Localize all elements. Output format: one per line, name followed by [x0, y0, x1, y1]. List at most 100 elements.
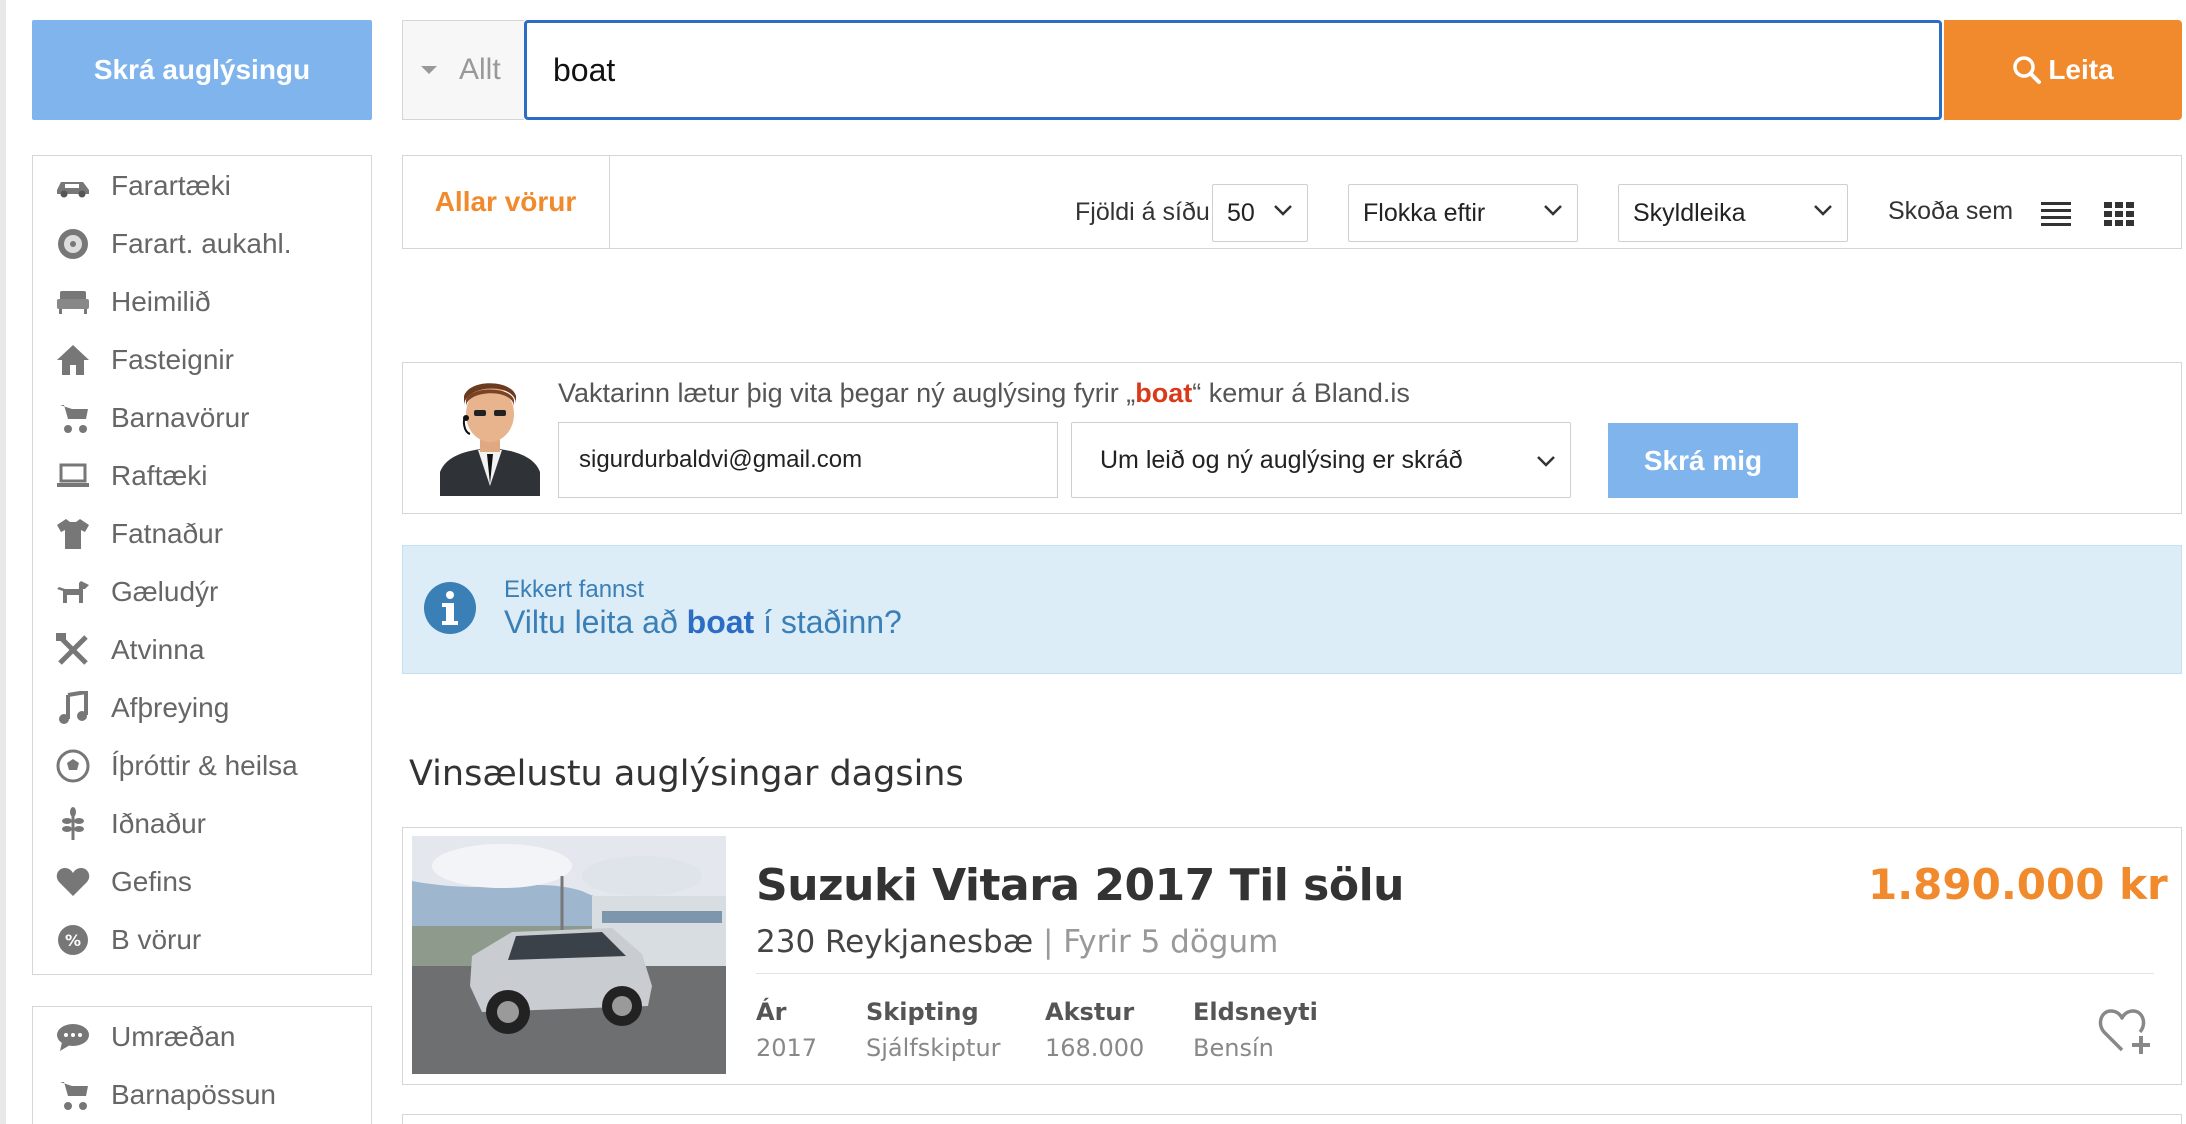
watcher-text-before: Vaktarinn lætur þig vita þegar ný auglýs…	[558, 378, 1136, 408]
sidebar-item-label: B vörur	[111, 924, 202, 955]
svg-text:%: %	[65, 931, 81, 950]
attr-label-fuel: Eldsneyti	[1193, 998, 1318, 1026]
listing-title[interactable]: Suzuki Vitara 2017 Til sölu	[756, 860, 1405, 911]
sidebar-item-b-products[interactable]: % B vörur	[55, 920, 201, 960]
email-field[interactable]	[558, 422, 1058, 498]
sidebar-item-label: Farart. aukahl.	[111, 228, 292, 259]
sidebar-item-baby-products[interactable]: Barnavörur	[55, 398, 250, 438]
attr-label-transmission: Skipting	[866, 998, 979, 1026]
add-favorite-heart-icon[interactable]	[2098, 1006, 2154, 1056]
tools-icon	[55, 632, 91, 668]
soccer-ball-icon	[55, 748, 91, 784]
house-icon	[55, 342, 91, 378]
sidebar-item-label: Atvinna	[111, 634, 205, 665]
notify-frequency-select[interactable]: Um leið og ný auglýsing er skráð	[1071, 422, 1571, 498]
register-ad-button[interactable]: Skrá auglýsingu	[32, 20, 372, 120]
sidebar-item-vehicles[interactable]: Farartæki	[55, 166, 231, 206]
sidebar-item-label: Gæludýr	[111, 576, 219, 607]
search-input[interactable]	[524, 20, 1942, 120]
sidebar-item-label: Heimilið	[111, 286, 211, 317]
sidebar-item-label: Íþróttir & heilsa	[111, 750, 298, 781]
attr-value-year: 2017	[756, 1034, 818, 1062]
laptop-icon	[55, 458, 91, 494]
per-page-label: Fjöldi á síðu	[1075, 198, 1210, 226]
sidebar-item-label: Fatnaður	[111, 518, 224, 549]
relevance-select[interactable]: Skyldleika	[1618, 184, 1848, 242]
sidebar-item-jobs[interactable]: Atvinna	[55, 630, 204, 670]
sidebar-item-label: Barnapössun	[111, 1079, 277, 1110]
sidebar-item-label: Iðnaður	[111, 808, 206, 839]
heart-icon	[55, 864, 91, 900]
search-button[interactable]: Leita	[1944, 20, 2182, 120]
listing-separator: |	[1033, 924, 1064, 960]
tab-all-products[interactable]: Allar vörur	[402, 155, 610, 249]
attr-value-mileage: 168.000	[1045, 1034, 1145, 1062]
grid-view-icon[interactable]	[2104, 201, 2134, 227]
section-title: Vinsælustu auglýsingar dagsins	[409, 754, 964, 794]
suggestion-keyword: boat	[686, 604, 755, 640]
sidebar-item-vehicle-accessories[interactable]: Farart. aukahl.	[55, 224, 292, 264]
sidebar-item-label: Umræðan	[111, 1021, 236, 1052]
sort-select[interactable]: Flokka eftir	[1348, 184, 1578, 242]
sidebar-item-industry[interactable]: Iðnaður	[55, 804, 206, 844]
dog-icon	[55, 574, 91, 610]
listing-location-text: 230 Reykjanesbæ	[756, 924, 1034, 960]
list-view-icon[interactable]	[2041, 201, 2071, 227]
shirt-icon	[55, 516, 91, 552]
per-page-select[interactable]: 50	[1212, 184, 1308, 242]
per-page-value: 50	[1227, 198, 1255, 227]
listing-divider	[756, 973, 2154, 974]
sidebar-item-label: Fasteignir	[111, 344, 234, 375]
sidebar-item-babysitting[interactable]: Barnapössun	[55, 1075, 276, 1115]
watcher-description: Vaktarinn lætur þig vita þegar ný auglýs…	[558, 378, 1410, 409]
watcher-keyword: boat	[1135, 378, 1193, 408]
sidebar-item-sports-health[interactable]: Íþróttir & heilsa	[55, 746, 298, 786]
sidebar-item-label: Raftæki	[111, 460, 208, 491]
sidebar-item-label: Farartæki	[111, 170, 231, 201]
sidebar-item-pets[interactable]: Gæludýr	[55, 572, 218, 612]
attr-label-year: Ár	[756, 998, 787, 1026]
attr-value-fuel: Bensín	[1193, 1034, 1274, 1062]
search-suggestion-link[interactable]: Viltu leita að boat í staðinn?	[504, 604, 902, 641]
listing-age: Fyrir 5 dögum	[1063, 924, 1279, 960]
info-icon	[424, 582, 476, 634]
wheel-icon	[55, 226, 91, 262]
percent-badge-icon: %	[55, 922, 91, 958]
window-edge	[0, 0, 6, 1124]
sofa-icon	[55, 284, 91, 320]
notify-frequency-value: Um leið og ný auglýsing er skráð	[1100, 445, 1463, 474]
search-button-label: Leita	[2048, 54, 2114, 85]
suggestion-text-before: Viltu leita að	[504, 604, 687, 640]
attr-label-mileage: Akstur	[1045, 998, 1135, 1026]
no-results-title: Ekkert fannst	[504, 576, 645, 603]
sidebar-item-clothing[interactable]: Fatnaður	[55, 514, 223, 554]
search-icon	[2013, 56, 2042, 84]
listing-price: 1.890.000 kr	[1868, 860, 2168, 909]
chevron-down-icon	[1537, 456, 1555, 467]
sidebar-item-entertainment[interactable]: Afþreying	[55, 688, 229, 728]
sidebar-item-free[interactable]: Gefins	[55, 862, 192, 902]
relevance-select-value: Skyldleika	[1633, 198, 1746, 227]
suggestion-text-after: í staðinn?	[754, 604, 902, 640]
sidebar-item-home[interactable]: Heimilið	[55, 282, 211, 322]
listing-photo[interactable]	[412, 836, 726, 1074]
sidebar-item-electronics[interactable]: Raftæki	[55, 456, 207, 496]
attr-value-transmission: Sjálfskiptur	[866, 1034, 1001, 1062]
listing-location: 230 Reykjanesbæ | Fyrir 5 dögum	[756, 924, 1278, 960]
sidebar-item-real-estate[interactable]: Fasteignir	[55, 340, 234, 380]
category-sidebar: Farartæki Farart. aukahl. Heimilið Faste…	[32, 155, 372, 975]
watcher-text-after: “ kemur á Bland.is	[1192, 378, 1410, 408]
wheat-icon	[55, 806, 91, 842]
chevron-down-icon	[1814, 205, 1832, 216]
watchman-avatar	[440, 383, 540, 496]
chevron-down-icon	[1274, 205, 1292, 216]
caret-down-icon	[421, 66, 437, 74]
listing-card-next[interactable]	[402, 1114, 2182, 1124]
category-select-value: Allt	[459, 53, 501, 86]
subscribe-button[interactable]: Skrá mig	[1608, 423, 1798, 498]
category-select[interactable]: Allt	[402, 20, 524, 120]
view-as-label: Skoða sem	[1888, 197, 2014, 225]
music-icon	[55, 690, 91, 726]
secondary-sidebar: Umræðan Barnapössun	[32, 1006, 372, 1124]
sidebar-item-discussion[interactable]: Umræðan	[55, 1017, 235, 1057]
